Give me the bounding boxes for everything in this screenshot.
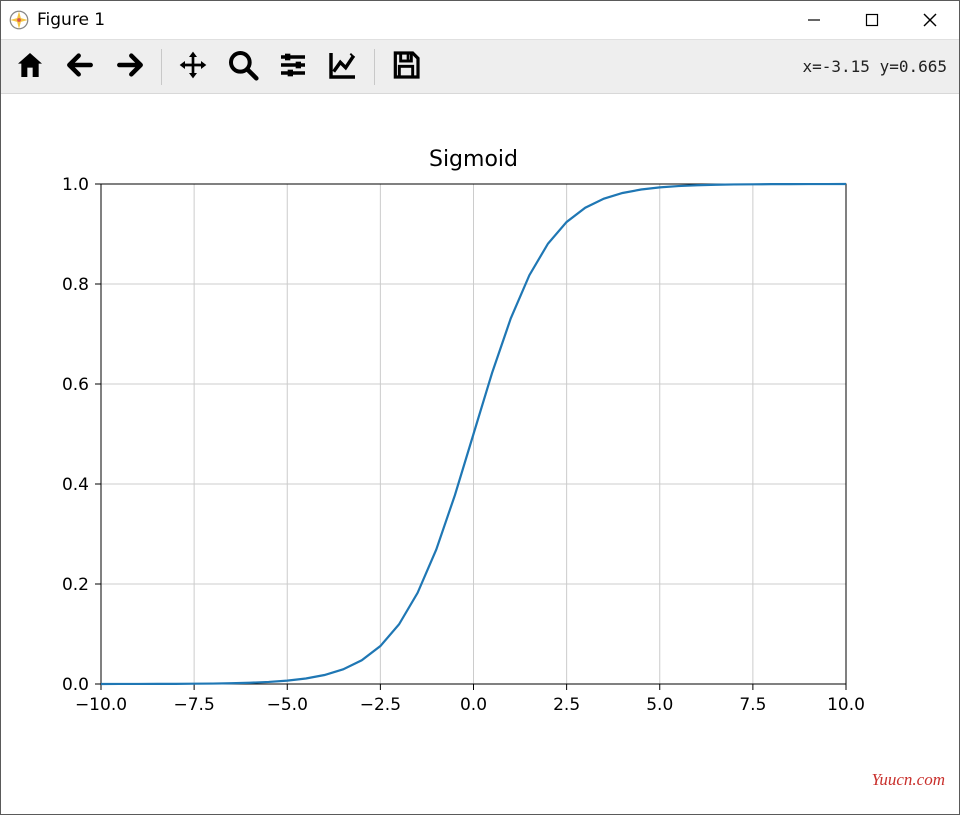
arrow-left-icon — [64, 49, 96, 85]
y-tick-label: 1.0 — [62, 175, 89, 195]
edit-axis-button[interactable] — [320, 44, 366, 90]
zoom-icon — [227, 49, 259, 85]
chart-svg: −10.0 −7.5 −5.0 −2.5 0.0 2.5 5.0 7.5 10.0 0.0 0.2 0… — [1, 94, 959, 814]
nav-toolbar: x=-3.15 y=0.665 — [1, 39, 959, 94]
window-title: Figure 1 — [37, 10, 105, 30]
save-button[interactable] — [383, 44, 429, 90]
toolbar-separator — [374, 49, 375, 85]
x-tick-label: 10.0 — [827, 695, 865, 715]
x-tick-label: −10.0 — [75, 695, 127, 715]
back-button[interactable] — [57, 44, 103, 90]
zoom-button[interactable] — [220, 44, 266, 90]
figure-window: Figure 1 — [0, 0, 960, 815]
x-tick-label: 7.5 — [739, 695, 766, 715]
x-tick-label: −2.5 — [360, 695, 401, 715]
x-tick-label: 2.5 — [553, 695, 580, 715]
arrow-right-icon — [114, 49, 146, 85]
toolbar-separator — [161, 49, 162, 85]
y-tick-label: 0.6 — [62, 375, 89, 395]
title-bar: Figure 1 — [1, 1, 959, 39]
maximize-button[interactable] — [843, 1, 901, 39]
axis-edit-icon — [327, 49, 359, 85]
app-icon — [9, 10, 29, 30]
configure-subplots-button[interactable] — [270, 44, 316, 90]
y-tick-label: 0.0 — [62, 675, 89, 695]
x-tick-label: −7.5 — [173, 695, 214, 715]
coordinate-readout: x=-3.15 y=0.665 — [803, 57, 950, 76]
home-button[interactable] — [7, 44, 53, 90]
x-tick-label: 5.0 — [646, 695, 673, 715]
save-icon — [390, 49, 422, 85]
home-icon — [14, 49, 46, 85]
close-button[interactable] — [901, 1, 959, 39]
move-icon — [177, 49, 209, 85]
y-tick-label: 0.2 — [62, 575, 89, 595]
x-tick-label: 0.0 — [460, 695, 487, 715]
plot-title: Sigmoid — [429, 147, 518, 172]
sliders-icon — [277, 49, 309, 85]
x-tick-label: −5.0 — [267, 695, 308, 715]
forward-button[interactable] — [107, 44, 153, 90]
minimize-button[interactable] — [785, 1, 843, 39]
y-tick-label: 0.8 — [62, 275, 89, 295]
figure-canvas[interactable]: −10.0 −7.5 −5.0 −2.5 0.0 2.5 5.0 7.5 10.0 0.0 0.2 0… — [1, 94, 959, 814]
y-tick-label: 0.4 — [62, 475, 89, 495]
pan-button[interactable] — [170, 44, 216, 90]
watermark: Yuucn.com — [871, 770, 945, 790]
